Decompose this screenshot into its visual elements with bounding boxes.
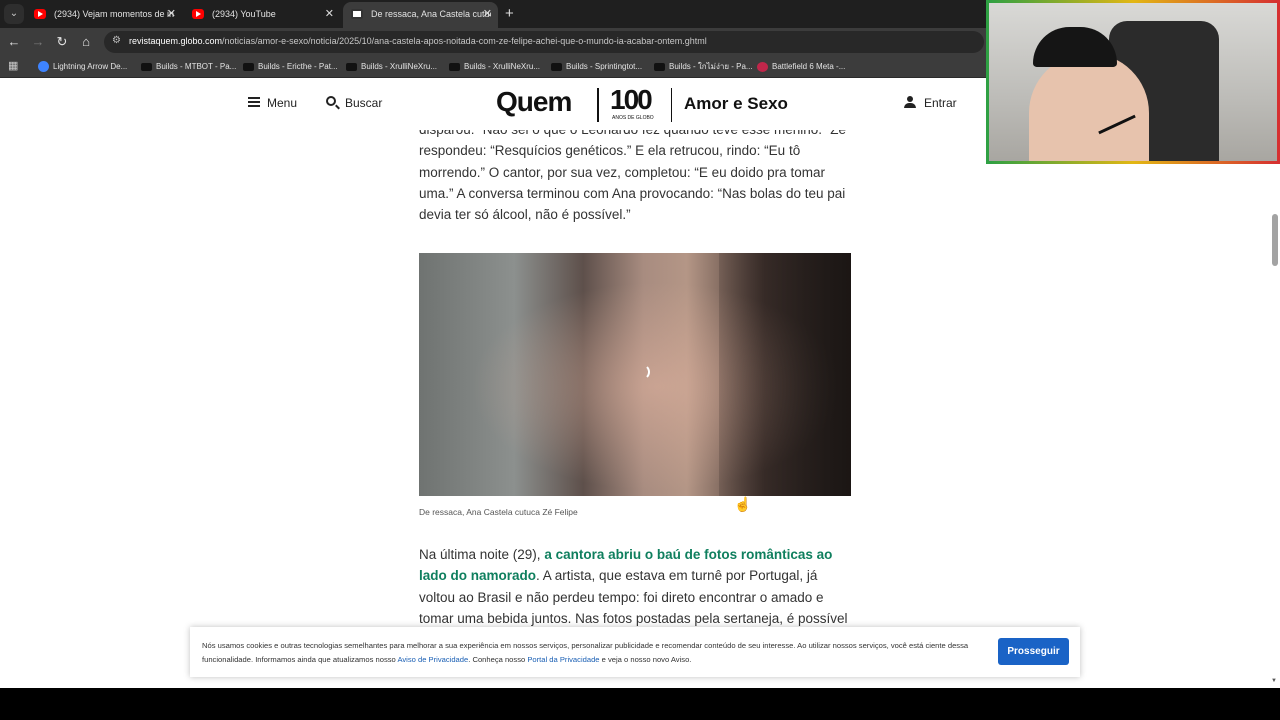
cap [1033,27,1117,67]
loading-spinner-icon [634,364,650,380]
bookmark-favicon-icon [551,63,562,71]
close-icon[interactable]: ✕ [325,2,334,26]
scroll-down-icon[interactable]: ▼ [1271,678,1277,684]
article-paragraph: disparou: “Não sei o que o Leonardo fez … [419,122,846,223]
hamburger-icon [248,97,260,107]
back-icon[interactable]: ← [6,34,22,50]
bookmark-favicon-icon [449,63,460,71]
globo-100-subtitle: ANOS DE GLOBO [612,115,654,121]
bookmark-favicon-icon [38,61,49,72]
reload-icon[interactable]: ↻ [54,34,70,50]
bookmark-item[interactable]: Builds - XrulliNeXru... [346,59,437,75]
section-title[interactable]: Amor e Sexo [684,94,788,114]
login-label: Entrar [924,96,957,110]
privacy-portal-link[interactable]: Portal da Privacidade [527,655,599,664]
browser-tab[interactable]: (2934) Vejam momentos de inte ✕ [26,2,182,28]
forward-icon[interactable]: → [30,34,46,50]
hand-cursor-icon: ☝ [734,496,752,512]
apps-grid-icon[interactable]: ▦ [8,61,19,72]
browser-tab[interactable]: (2934) YouTube ✕ [184,2,340,28]
privacy-notice-link[interactable]: Aviso de Privacidade [397,655,468,664]
tab-title: De ressaca, Ana Castela cutuca [371,9,491,19]
youtube-icon [192,9,204,19]
section-divider [671,88,672,122]
tab-search-button[interactable]: ⌄ [4,4,24,24]
url-text: revistaquem.globo.com/noticias/amor-e-se… [129,36,707,46]
video-caption: De ressaca, Ana Castela cutuca Zé Felipe [419,507,578,517]
bookmark-item[interactable]: Battlefield 6 Meta -... [757,59,845,75]
site-info-icon[interactable]: ⚙ [112,35,124,47]
search-button[interactable]: Buscar [326,96,382,110]
cookie-banner: Nós usamos cookies e outras tecnologias … [190,627,1080,677]
bookmark-item[interactable]: Builds - Sprintingtot... [551,59,642,75]
search-label: Buscar [345,96,383,110]
quem-logo[interactable]: Quem [496,86,572,118]
home-icon[interactable]: ⌂ [78,34,94,50]
browser-tab-active[interactable]: De ressaca, Ana Castela cutuca ✕ [343,2,498,28]
video-frame-detail [719,253,851,496]
close-icon[interactable]: ✕ [167,2,176,26]
new-tab-icon[interactable]: + [505,5,514,23]
login-button[interactable]: Entrar [904,96,957,110]
tab-title: (2934) YouTube [212,9,276,19]
bookmark-item[interactable]: Builds - XrulliNeXru... [449,59,540,75]
web-page: Menu Buscar Quem 100 ANOS DE GLOBO Amor … [0,78,1270,688]
bookmark-favicon-icon [141,63,152,71]
search-icon [326,96,336,106]
proceed-button[interactable]: Prosseguir [998,638,1069,665]
close-icon[interactable]: ✕ [483,2,492,26]
bookmark-favicon-icon [243,63,254,71]
bookmark-item[interactable]: Lightning Arrow De... [38,59,127,75]
webcam-overlay [986,0,1280,164]
menu-button[interactable]: Menu [248,96,297,110]
taskbar-area [0,688,1280,720]
screen: ⌄ (2934) Vejam momentos de inte ✕ (2934)… [0,0,1280,720]
globo-100-logo: 100 [610,84,653,115]
bookmark-item[interactable]: Builds - ใกไม่ง่าย - Pa... [654,59,753,75]
bookmark-favicon-icon [757,62,768,72]
page-favicon-icon [351,9,363,19]
bookmark-item[interactable]: Builds - Ericthe - Pat... [243,59,338,75]
cookie-text: Nós usamos cookies e outras tecnologias … [202,641,969,664]
bookmark-favicon-icon [654,63,665,71]
streamer [1029,53,1149,161]
bookmark-favicon-icon [346,63,357,71]
address-bar[interactable]: ⚙ revistaquem.globo.com/noticias/amor-e-… [104,31,984,53]
user-icon [904,96,916,108]
scrollbar-thumb[interactable] [1272,214,1278,266]
bookmark-item[interactable]: Builds - MTBOT - Pa... [141,59,236,75]
tab-title: (2934) Vejam momentos de inte [54,9,174,19]
scrollbar-track[interactable] [1270,78,1280,688]
menu-label: Menu [267,96,298,110]
youtube-icon [34,9,46,19]
logo-divider [597,88,599,122]
